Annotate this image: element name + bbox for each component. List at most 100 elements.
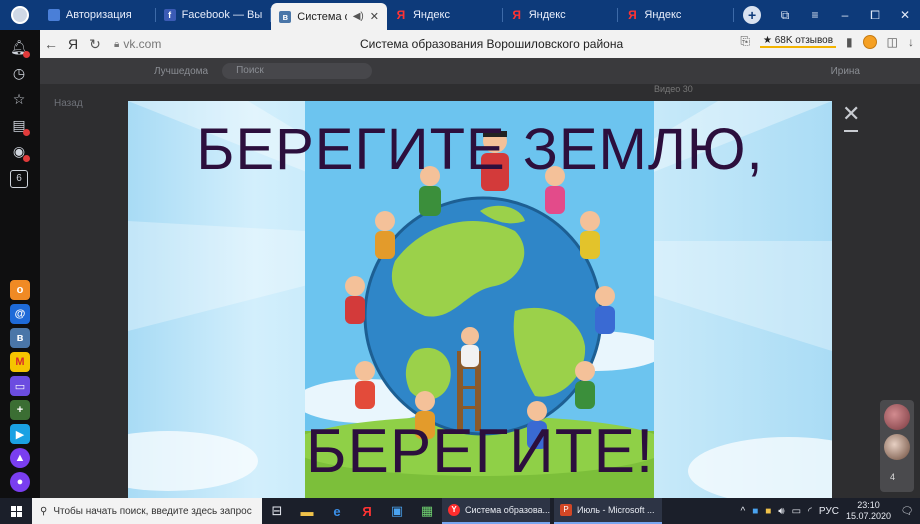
history-icon[interactable]: ◷ [10, 64, 28, 82]
tab-title: Яндекс [644, 9, 682, 21]
odnoklassniki-icon[interactable]: о [10, 280, 30, 300]
alice-assistant-icon[interactable]: ▲ [10, 448, 30, 468]
yandex-circle-icon: Y [448, 504, 460, 516]
chevron-up-icon[interactable]: ^ [740, 506, 745, 517]
system-tray: ^ ■ ■ 🔊︎ ▭ ◜ РУС 23:10 15.07.2020 🗨︎ [740, 500, 920, 522]
reviews-badge[interactable]: ★ 68K отзывов [759, 35, 837, 48]
reload-icon[interactable]: ↻ [84, 36, 106, 53]
tab-title: Яндекс [412, 9, 450, 21]
browser-window: Авторизация f Facebook — Выполн в Систем… [0, 0, 920, 524]
taskbar-app-label: Система образова... [465, 505, 550, 515]
battery-icon[interactable]: ▭ [792, 506, 801, 517]
tab-title: Facebook — Выполн [181, 9, 264, 21]
clock-time: 23:10 [857, 500, 880, 510]
close-tab-icon[interactable]: ✕ [370, 10, 379, 23]
alice-voice-icon[interactable]: ● [10, 472, 30, 492]
yandex-home-icon[interactable]: Я [62, 36, 84, 52]
protect-icon[interactable]: ◫ [887, 35, 898, 49]
tabs-count-icon[interactable]: 6 [10, 170, 28, 188]
restore-icon[interactable]: ⧠ [860, 8, 890, 23]
chat-widget[interactable]: 4 [880, 400, 914, 492]
vk-back-link[interactable]: Назад [54, 98, 83, 109]
vk-site-name[interactable]: Лучшедома [154, 66, 208, 77]
menu-icon[interactable]: ≡ [800, 8, 830, 22]
clock-date: 15.07.2020 [845, 511, 891, 521]
yandex-browser-icon[interactable]: Я [352, 498, 382, 524]
volume-icon[interactable]: 🔊︎ [778, 506, 784, 517]
new-tab-button[interactable]: + [734, 0, 770, 30]
clock[interactable]: 23:10 15.07.2020 [846, 500, 891, 522]
close-window-icon[interactable]: ✕ [890, 8, 920, 22]
messenger-icon[interactable]: ▭ [10, 376, 30, 396]
tab-yandex-3[interactable]: Я Яндекс [618, 0, 734, 30]
avatar[interactable] [884, 404, 910, 430]
avatar[interactable] [884, 434, 910, 460]
tab-yandex-1[interactable]: Я Яндекс [387, 0, 503, 30]
url-field[interactable]: vk.com [123, 37, 161, 51]
vk-video-label[interactable]: Видео 30 [654, 84, 693, 94]
tab-vk-active[interactable]: в Система обра ◀) ✕ [271, 3, 387, 30]
start-button[interactable] [0, 498, 32, 524]
add-panel-icon[interactable]: + [10, 400, 30, 420]
taskbar-app-powerpoint[interactable]: P Июль - Microsoft ... [554, 498, 662, 524]
task-view-icon[interactable]: ⊟ [262, 498, 292, 524]
taskbar-search-input[interactable]: ⚲ Чтобы начать поиск, введите здесь запр… [32, 498, 262, 524]
address-bar-actions: ⎘ ★ 68K отзывов ▮ ◫ ↓ [740, 34, 914, 49]
tab-bar: Авторизация f Facebook — Выполн в Систем… [0, 0, 920, 30]
favorites-icon[interactable]: ☆ [10, 90, 28, 108]
tray-app-icon[interactable]: ■ [752, 506, 758, 517]
notifications-icon[interactable]: 🔔︎ [10, 38, 30, 58]
tab-title: Система обра [297, 10, 346, 23]
back-arrow-icon[interactable]: ← [40, 36, 62, 52]
tab-facebook[interactable]: f Facebook — Выполн [156, 0, 272, 30]
browser-sidebar: 🔔︎ ◷ ☆ ▤ ◉ 6 о @ в M ▭ + ▶ ▲ ● [0, 30, 40, 498]
notes-app-icon[interactable]: ▣ [382, 498, 412, 524]
mail-ru-icon[interactable]: @ [10, 304, 30, 324]
tab-yandex-2[interactable]: Я Яндекс [503, 0, 619, 30]
minimize-viewer-icon[interactable] [844, 130, 858, 132]
address-bar: ← Я ↻ 🔒︎ vk.com Система образования Воро… [40, 30, 920, 58]
speaker-icon[interactable]: ◀) [353, 11, 364, 22]
taskbar-app-browser[interactable]: Y Система образова... [442, 498, 550, 524]
alice-icon[interactable]: ◉ [10, 142, 30, 162]
file-explorer-icon[interactable]: ▬ [292, 498, 322, 524]
plus-icon: + [743, 6, 762, 24]
browser-menu-button[interactable] [0, 0, 40, 30]
vk-icon: в [279, 10, 292, 23]
collections-icon[interactable]: ▤ [10, 116, 30, 136]
play-icon[interactable]: ▶ [10, 424, 30, 444]
powerpoint-icon: P [560, 504, 572, 516]
wifi-icon[interactable]: ◜ [808, 506, 812, 517]
tabs-icon[interactable]: ⧉ [770, 8, 800, 23]
browser-logo-icon [10, 6, 29, 24]
notification-badge [23, 51, 30, 58]
edge-icon[interactable]: e [322, 498, 352, 524]
tab-authorization[interactable]: Авторизация [40, 0, 156, 30]
vk-sidebar-icon[interactable]: в [10, 328, 30, 348]
poster-headline: БЕРЕГИТЕ ЗЕМЛЮ, [196, 117, 764, 182]
window-controls: ⧉ ≡ – ⧠ ✕ [770, 0, 920, 30]
vk-header: Лучшедома Поиск Ирина [40, 58, 920, 84]
yandex-icon: Я [512, 8, 521, 22]
downloads-icon[interactable]: ↓ [908, 35, 914, 49]
tab-title: Яндекс [528, 9, 566, 21]
photos-app-icon[interactable]: ▦ [412, 498, 442, 524]
vk-search-input[interactable]: Поиск [222, 63, 373, 79]
tab-title: Авторизация [65, 9, 132, 21]
bookmark-icon[interactable]: ▮ [846, 35, 853, 49]
yandex-icon: Я [628, 8, 637, 22]
language-indicator[interactable]: РУС [819, 506, 839, 517]
tray-app-icon-2[interactable]: ■ [765, 506, 771, 517]
gmail-icon[interactable]: M [10, 352, 30, 372]
copy-link-icon[interactable]: ⎘ [740, 34, 750, 49]
photo-viewer[interactable]: БЕРЕГИТЕ ЗЕМЛЮ, БЕРЕГИТЕ! [128, 101, 832, 498]
notifications-center-icon[interactable]: 🗨︎ [898, 502, 916, 520]
close-viewer-icon[interactable]: ✕ [842, 101, 860, 127]
vk-user-name[interactable]: Ирина [831, 66, 860, 77]
poster-footline: БЕРЕГИТЕ! [305, 417, 655, 486]
minimize-icon[interactable]: – [830, 8, 860, 22]
lock-icon[interactable]: 🔒︎ [114, 39, 119, 50]
extension-icon[interactable] [862, 34, 877, 49]
alice-badge [23, 155, 30, 162]
facebook-icon: f [163, 9, 176, 21]
